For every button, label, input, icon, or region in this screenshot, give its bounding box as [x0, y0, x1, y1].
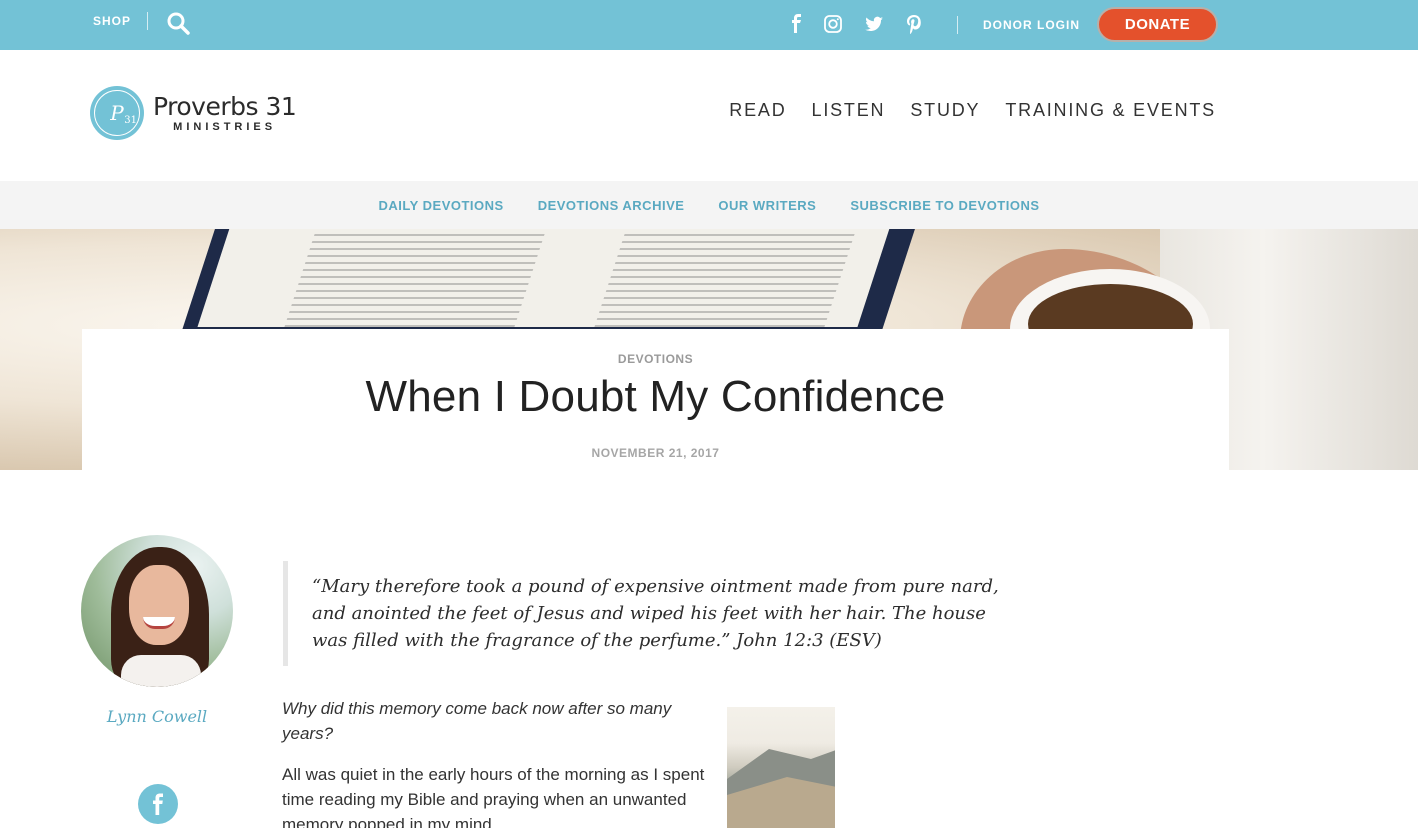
facebook-icon[interactable]: [787, 14, 807, 34]
post-title: When I Doubt My Confidence: [365, 372, 946, 421]
site-header: P 31 Proverbs 31 MINISTRIES READ LISTEN S…: [0, 50, 1418, 181]
facebook-share-icon[interactable]: [138, 784, 178, 824]
logo-monogram-icon: P 31: [90, 86, 144, 140]
scripture-quote-text: “Mary therefore took a pound of expensiv…: [312, 576, 999, 651]
nav-study[interactable]: STUDY: [910, 100, 980, 121]
author-avatar[interactable]: [81, 535, 233, 687]
author-name-link[interactable]: Lynn Cowell: [81, 707, 233, 726]
pinterest-icon[interactable]: [904, 14, 924, 34]
divider: [147, 12, 148, 30]
subnav-our-writers[interactable]: OUR WRITERS: [718, 198, 816, 213]
instagram-icon[interactable]: [823, 14, 843, 34]
main-nav: READ LISTEN STUDY TRAINING & EVENTS: [704, 100, 1216, 121]
body-paragraph: All was quiet in the early hours of the …: [282, 765, 705, 828]
subnav-devotions-archive[interactable]: DEVOTIONS ARCHIVE: [538, 198, 685, 213]
top-utility-bar: SHOP DONOR LOGIN DONATE: [0, 0, 1418, 50]
divider: [957, 16, 958, 34]
inline-landscape-image: [727, 707, 835, 828]
nav-read[interactable]: READ: [729, 100, 786, 121]
donor-login-link[interactable]: DONOR LOGIN: [983, 18, 1080, 32]
subnav-daily-devotions[interactable]: DAILY DEVOTIONS: [378, 198, 503, 213]
nav-training-events[interactable]: TRAINING & EVENTS: [1005, 100, 1216, 121]
site-logo[interactable]: P 31 Proverbs 31 MINISTRIES: [90, 86, 297, 140]
scripture-quote: “Mary therefore took a pound of expensiv…: [283, 561, 1003, 666]
devotions-subnav: DAILY DEVOTIONS DEVOTIONS ARCHIVE OUR WR…: [0, 181, 1418, 229]
twitter-icon[interactable]: [864, 14, 884, 34]
post-header-card: DEVOTIONS When I Doubt My Confidence NOV…: [82, 329, 1229, 471]
nav-listen[interactable]: LISTEN: [812, 100, 886, 121]
body-question: Why did this memory come back now after …: [282, 699, 672, 743]
shop-link[interactable]: SHOP: [93, 14, 131, 28]
search-icon[interactable]: [166, 11, 192, 37]
subnav-subscribe[interactable]: SUBSCRIBE TO DEVOTIONS: [850, 198, 1039, 213]
post-category[interactable]: DEVOTIONS: [82, 352, 1229, 366]
logo-subtitle: MINISTRIES: [173, 120, 277, 133]
post-date: NOVEMBER 21, 2017: [591, 446, 720, 460]
logo-title: Proverbs 31: [153, 91, 297, 121]
donate-button[interactable]: DONATE: [1097, 7, 1218, 42]
